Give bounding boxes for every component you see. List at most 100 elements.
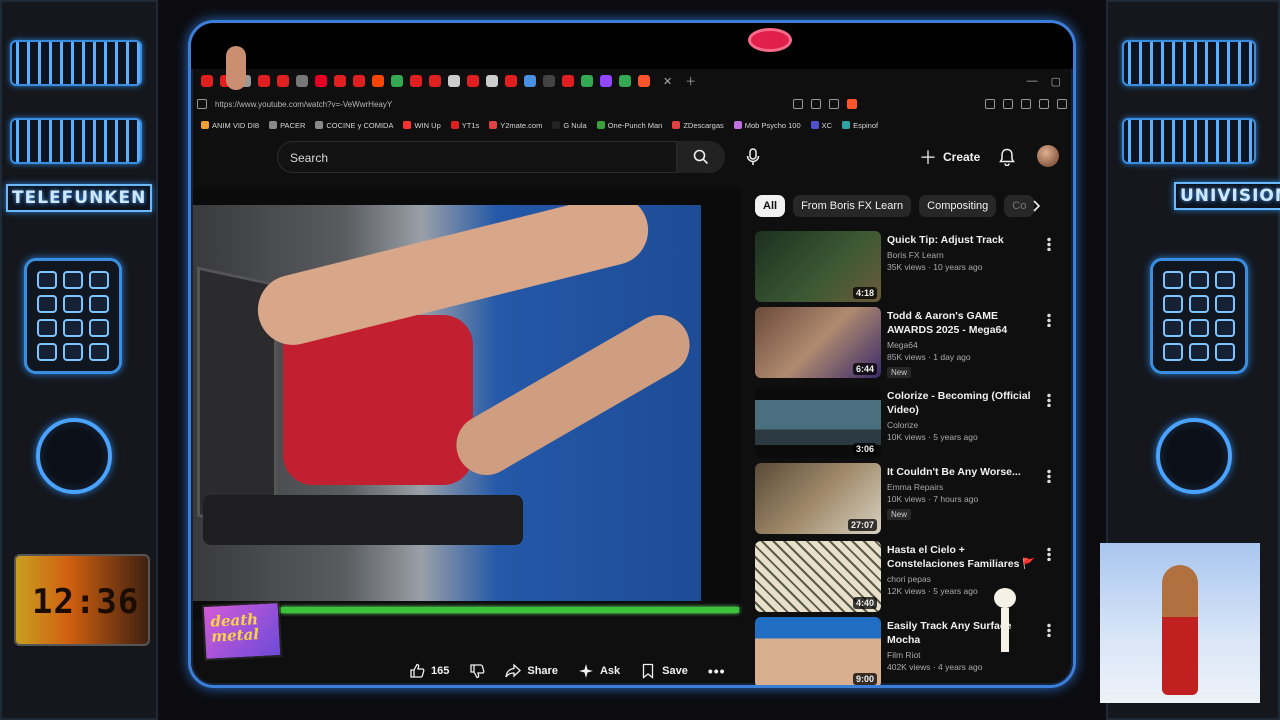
tab-icon[interactable]	[448, 75, 460, 87]
bookmark-item[interactable]: One-Punch Man	[596, 121, 662, 130]
channel-name[interactable]: Mega64	[887, 340, 1045, 350]
twitch-tab-icon[interactable]	[600, 75, 612, 87]
bookmark-item[interactable]: PACER	[269, 121, 305, 130]
tab-icon[interactable]	[296, 75, 308, 87]
video-title[interactable]: Colorize - Becoming (Official Video)	[887, 389, 1045, 417]
tab-icon[interactable]	[486, 75, 498, 87]
cast-icon[interactable]	[793, 99, 803, 109]
youtube-tab-icon[interactable]	[467, 75, 479, 87]
reddit-tab-icon[interactable]	[372, 75, 384, 87]
bookmark-item[interactable]: Espinof	[842, 121, 878, 130]
bookmark-item[interactable]: XC	[810, 121, 832, 130]
recommendation-item[interactable]: 4:18 Quick Tip: Adjust Track Boris FX Le…	[755, 231, 1065, 303]
wallet-icon[interactable]	[1039, 99, 1049, 109]
search-button[interactable]	[677, 141, 725, 173]
video-title[interactable]: It Couldn't Be Any Worse...	[887, 465, 1045, 479]
microphone-icon	[746, 148, 760, 165]
more-vertical-icon[interactable]	[1047, 237, 1051, 251]
ask-label: Ask	[599, 665, 621, 677]
video-meta: 35K views · 10 years ago	[887, 262, 983, 272]
youtube-tab-icon[interactable]	[505, 75, 517, 87]
create-button[interactable]: ＋ Create	[919, 145, 980, 169]
url-text[interactable]: https://www.youtube.com/watch?v=-VeWwrHe…	[215, 100, 785, 109]
close-tab-icon[interactable]: ✕	[663, 75, 672, 88]
dislike-button[interactable]	[469, 663, 485, 679]
site-info-icon[interactable]	[197, 99, 207, 109]
video-thumbnail[interactable]: 9:00	[755, 617, 881, 685]
channel-name[interactable]: Colorize	[887, 420, 1045, 430]
more-vertical-icon[interactable]	[1047, 393, 1051, 407]
like-button[interactable]: 165	[409, 663, 449, 679]
bookmark-item[interactable]: ZDescargas	[672, 121, 724, 130]
recommendation-item[interactable]: 27:07 It Couldn't Be Any Worse... Emma R…	[755, 463, 1065, 535]
channel-name[interactable]: Boris FX Learn	[887, 250, 1045, 260]
video-thumbnail[interactable]: 4:18	[755, 231, 881, 302]
account-avatar[interactable]	[1037, 145, 1059, 167]
bookmark-item[interactable]: WIN Up	[403, 121, 441, 130]
recommendation-item[interactable]: 3:06 Colorize - Becoming (Official Video…	[755, 387, 1065, 459]
more-vertical-icon[interactable]	[1047, 547, 1051, 561]
google-tab-icon[interactable]	[391, 75, 403, 87]
google-tab-icon[interactable]	[581, 75, 593, 87]
video-thumbnail[interactable]: 6:44	[755, 307, 881, 378]
bookmark-item[interactable]: Y2mate.com	[489, 121, 542, 130]
youtube-tab-icon[interactable]	[277, 75, 289, 87]
tab-icon[interactable]	[524, 75, 536, 87]
video-frame[interactable]	[193, 205, 701, 601]
save-button[interactable]: Save	[640, 663, 688, 679]
more-vertical-icon[interactable]	[1047, 469, 1051, 483]
youtube-tab-icon[interactable]	[353, 75, 365, 87]
pinterest-tab-icon[interactable]	[315, 75, 327, 87]
search-input[interactable]: Search	[277, 141, 677, 173]
share-icon[interactable]	[829, 99, 839, 109]
media-icon[interactable]	[1021, 99, 1031, 109]
youtube-tab-icon[interactable]	[562, 75, 574, 87]
video-player[interactable]: death metal	[193, 187, 741, 662]
bookmark-item[interactable]: Mob Psycho 100	[733, 121, 801, 130]
extensions-icon[interactable]	[985, 99, 995, 109]
video-progress-bar[interactable]	[281, 607, 739, 613]
share-button[interactable]: Share	[505, 663, 558, 679]
tab-strip: ✕ ＋ — ▢	[201, 71, 1061, 91]
address-bar[interactable]: https://www.youtube.com/watch?v=-VeWwrHe…	[197, 95, 1067, 113]
youtube-tab-icon[interactable]	[410, 75, 422, 87]
save-label: Save	[662, 665, 688, 677]
video-title[interactable]: Quick Tip: Adjust Track	[887, 233, 1045, 247]
restore-icon[interactable]: ▢	[1051, 75, 1061, 88]
search-placeholder: Search	[290, 151, 329, 165]
youtube-tab-icon[interactable]	[429, 75, 441, 87]
new-tab-icon[interactable]: ＋	[685, 73, 696, 89]
notifications-button[interactable]	[995, 145, 1019, 169]
vpn-icon[interactable]	[1057, 99, 1067, 109]
bookmark-item[interactable]: COCINE y COMIDA	[315, 121, 393, 130]
more-vertical-icon[interactable]	[1047, 623, 1051, 637]
video-thumbnail[interactable]: 27:07	[755, 463, 881, 534]
tab-icon[interactable]	[543, 75, 555, 87]
bookmark-item[interactable]: G Nula	[552, 121, 587, 130]
google-tab-icon[interactable]	[619, 75, 631, 87]
sidebar-icon[interactable]	[1003, 99, 1013, 109]
brave-shields-icon[interactable]	[847, 99, 857, 109]
chip-all[interactable]: All	[755, 195, 786, 217]
chevron-right-icon[interactable]	[1029, 199, 1043, 213]
minimize-icon[interactable]: —	[1027, 75, 1038, 87]
youtube-tab-icon[interactable]	[334, 75, 346, 87]
bookmark-item[interactable]: YT1s	[450, 121, 479, 130]
video-title[interactable]: Todd & Aaron's GAME AWARDS 2025 - Mega64	[887, 309, 1045, 337]
voice-search-button[interactable]	[741, 145, 765, 169]
bookmark-item[interactable]: ANIM VID DI8	[201, 121, 259, 130]
more-actions-button[interactable]: •••	[708, 663, 726, 679]
video-thumbnail[interactable]: 4:40	[755, 541, 881, 612]
brave-tab-icon[interactable]	[638, 75, 650, 87]
video-title[interactable]: Hasta el Cielo + Constelaciones Familiar…	[887, 543, 1045, 571]
recommendation-item[interactable]: 6:44 Todd & Aaron's GAME AWARDS 2025 - M…	[755, 307, 1065, 379]
zoom-icon[interactable]	[811, 99, 821, 109]
more-vertical-icon[interactable]	[1047, 313, 1051, 327]
speaker-grill	[1122, 118, 1256, 164]
ask-button[interactable]: Ask	[578, 663, 620, 679]
video-thumbnail[interactable]: 3:06	[755, 387, 881, 458]
channel-name[interactable]: chori pepas	[887, 574, 1045, 584]
channel-name[interactable]: Emma Repairs	[887, 482, 1045, 492]
chip-from-channel[interactable]: From Boris FX Learn	[793, 195, 912, 217]
chip-compositing[interactable]: Compositing	[919, 195, 997, 217]
